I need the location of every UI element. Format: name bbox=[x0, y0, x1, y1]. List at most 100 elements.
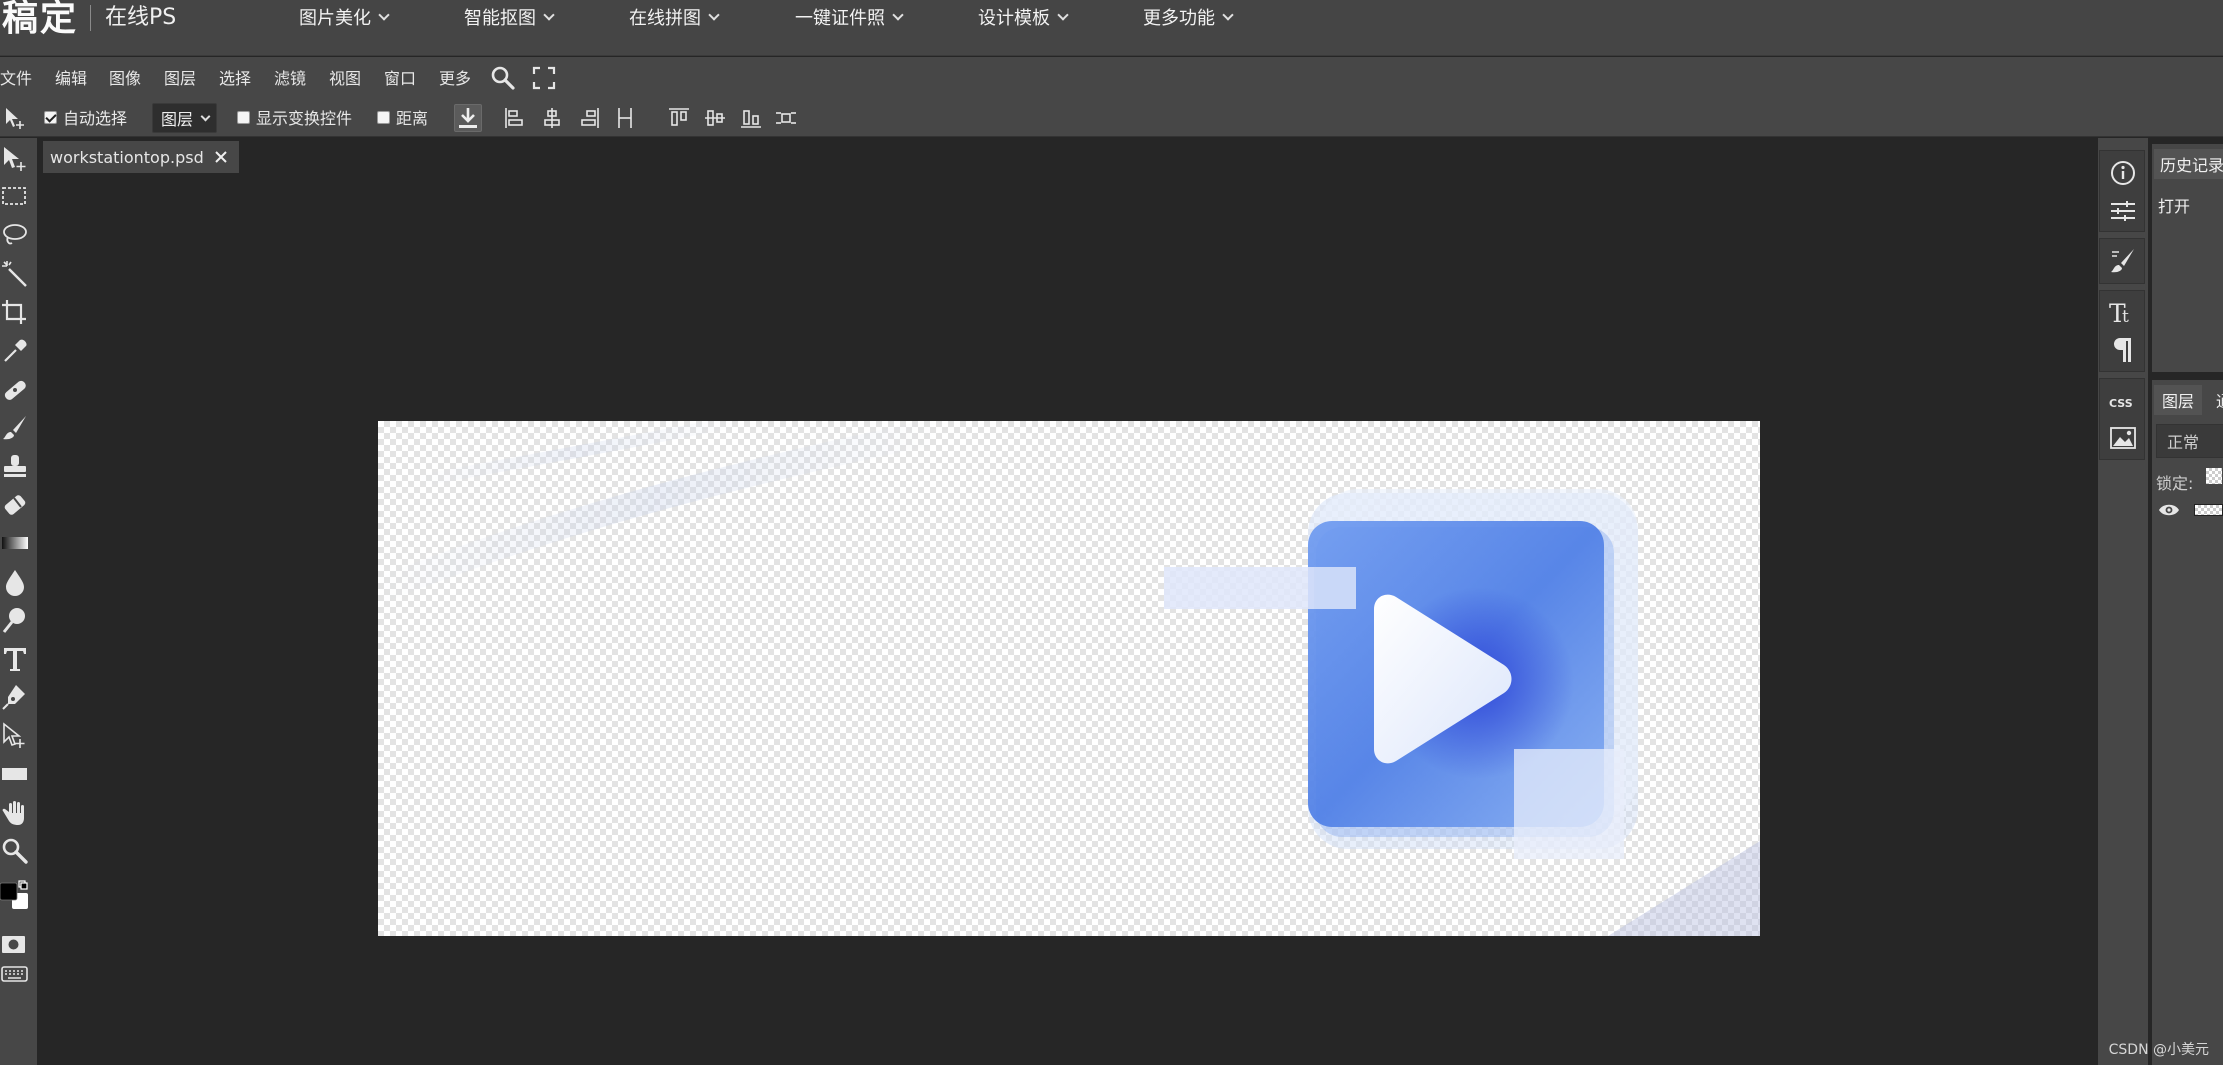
dock-group-brush bbox=[2099, 238, 2145, 284]
dropdown-value: 图层 bbox=[161, 110, 194, 129]
menu-file[interactable]: 文件 bbox=[0, 57, 32, 97]
search-icon[interactable] bbox=[490, 65, 516, 91]
align-bottom-icon[interactable] bbox=[738, 105, 764, 131]
dock-group-type: Tt bbox=[2099, 290, 2145, 372]
close-icon[interactable] bbox=[211, 147, 231, 167]
magic-wand-tool-icon[interactable] bbox=[0, 259, 30, 289]
character-icon[interactable]: Tt bbox=[2108, 297, 2138, 328]
show-transform-checkbox[interactable]: 显示变换控件 bbox=[237, 97, 352, 137]
css-icon[interactable]: CSS bbox=[2108, 387, 2138, 417]
brand-divider bbox=[90, 5, 92, 31]
layer-row[interactable] bbox=[2152, 490, 2223, 530]
nav-online-collage[interactable]: 在线拼图 bbox=[629, 0, 720, 34]
distance-checkbox[interactable]: 距离 bbox=[377, 97, 428, 137]
hand-tool-icon[interactable] bbox=[0, 798, 30, 828]
auto-select-label: 自动选择 bbox=[63, 109, 128, 128]
keyboard-icon[interactable] bbox=[0, 959, 30, 989]
dock-group-css: CSS bbox=[2099, 378, 2145, 460]
download-icon[interactable] bbox=[454, 104, 482, 132]
chevron-down-icon bbox=[543, 8, 555, 21]
menu-image[interactable]: 图像 bbox=[109, 57, 141, 97]
menu-layer[interactable]: 图层 bbox=[164, 57, 196, 97]
brush-settings-icon[interactable] bbox=[2108, 246, 2138, 276]
auto-select-target-dropdown[interactable]: 图层 bbox=[152, 103, 217, 133]
tab-channels[interactable]: 通 bbox=[2210, 385, 2223, 415]
distribute-vertical-icon[interactable] bbox=[773, 105, 799, 131]
svg-text:t: t bbox=[2122, 307, 2129, 327]
layers-panel: 图层 通 正常 锁定: bbox=[2152, 380, 2223, 1065]
distribute-horizontal-icon[interactable] bbox=[612, 105, 638, 131]
align-horizontal-center-icon[interactable] bbox=[539, 105, 565, 131]
chevron-down-icon bbox=[200, 111, 211, 121]
align-vertical-center-icon[interactable] bbox=[702, 105, 728, 131]
gradient-tool-icon[interactable] bbox=[0, 528, 30, 558]
menu-view[interactable]: 视图 bbox=[329, 57, 361, 97]
history-panel: 历史记录 打开 bbox=[2152, 144, 2223, 372]
eraser-tool-icon[interactable] bbox=[0, 490, 30, 520]
image-icon[interactable] bbox=[2108, 423, 2138, 453]
brand[interactable]: 稿定 在线PS bbox=[0, 0, 176, 36]
dock-group-info bbox=[2099, 150, 2145, 232]
chevron-down-icon bbox=[1222, 8, 1234, 21]
nav-id-photo[interactable]: 一键证件照 bbox=[795, 0, 904, 34]
eyedropper-tool-icon[interactable] bbox=[0, 336, 30, 366]
nav-smart-cutout[interactable]: 智能抠图 bbox=[464, 0, 555, 34]
crop-tool-icon[interactable] bbox=[0, 298, 30, 328]
options-bar: 自动选择 图层 显示变换控件 距离 bbox=[0, 97, 2223, 137]
menu-filter[interactable]: 滤镜 bbox=[274, 57, 306, 97]
nav-more-features[interactable]: 更多功能 bbox=[1143, 0, 1234, 34]
rectangle-shape-tool-icon[interactable] bbox=[0, 759, 30, 789]
lock-transparency-icon[interactable] bbox=[2206, 468, 2222, 484]
healing-brush-tool-icon[interactable] bbox=[0, 375, 30, 405]
lasso-tool-icon[interactable] bbox=[0, 221, 30, 251]
nav-design-templates[interactable]: 设计模板 bbox=[978, 0, 1069, 34]
menu-more[interactable]: 更多 bbox=[439, 57, 471, 97]
fullscreen-icon[interactable] bbox=[531, 65, 557, 91]
paragraph-icon[interactable] bbox=[2108, 335, 2138, 365]
text-tool-icon[interactable] bbox=[0, 644, 30, 674]
show-transform-label: 显示变换控件 bbox=[256, 109, 353, 128]
chevron-down-icon bbox=[892, 8, 904, 21]
nav-label: 设计模板 bbox=[978, 8, 1050, 29]
menu-edit[interactable]: 编辑 bbox=[55, 57, 87, 97]
marquee-tool-icon[interactable] bbox=[0, 182, 30, 212]
blend-mode-dropdown[interactable]: 正常 bbox=[2156, 424, 2223, 458]
path-selection-tool-icon[interactable] bbox=[0, 721, 30, 751]
chevron-down-icon bbox=[708, 8, 720, 21]
nav-label: 智能抠图 bbox=[464, 8, 536, 29]
checkbox-unchecked[interactable] bbox=[377, 110, 390, 124]
color-swatches[interactable] bbox=[0, 879, 30, 915]
document-canvas[interactable] bbox=[378, 421, 1760, 936]
checkbox-unchecked[interactable] bbox=[237, 110, 250, 124]
chevron-down-icon bbox=[1057, 8, 1069, 21]
brand-logo[interactable]: 稿定 bbox=[2, 0, 78, 36]
tab-history[interactable]: 历史记录 bbox=[2154, 149, 2223, 179]
menu-window[interactable]: 窗口 bbox=[384, 57, 416, 97]
eye-icon[interactable] bbox=[2158, 502, 2180, 518]
menu-select[interactable]: 选择 bbox=[219, 57, 251, 97]
nav-label: 在线拼图 bbox=[629, 8, 701, 29]
info-icon[interactable] bbox=[2108, 158, 2138, 188]
pen-tool-icon[interactable] bbox=[0, 682, 30, 712]
top-nav-bar: 稿定 在线PS 图片美化 智能抠图 在线拼图 一键证件照 设计模板 更多功能 bbox=[0, 0, 2223, 56]
menu-bar: 文件 编辑 图像 图层 选择 滤镜 视图 窗口 更多 bbox=[0, 57, 2223, 97]
history-row[interactable]: 打开 bbox=[2158, 193, 2190, 217]
nav-image-beautify[interactable]: 图片美化 bbox=[299, 0, 390, 34]
canvas-artwork bbox=[378, 421, 1760, 936]
document-tab[interactable]: workstationtop.psd bbox=[43, 141, 239, 173]
align-top-icon[interactable] bbox=[666, 105, 692, 131]
move-tool-icon[interactable] bbox=[0, 144, 30, 174]
quick-mask-icon[interactable] bbox=[0, 930, 30, 960]
align-right-icon[interactable] bbox=[576, 105, 602, 131]
tools-panel bbox=[0, 138, 37, 1065]
clone-stamp-tool-icon[interactable] bbox=[0, 452, 30, 482]
adjustments-icon[interactable] bbox=[2108, 196, 2138, 226]
tab-layers[interactable]: 图层 bbox=[2154, 385, 2203, 415]
zoom-tool-icon[interactable] bbox=[0, 836, 30, 866]
auto-select-checkbox[interactable]: 自动选择 bbox=[44, 97, 127, 137]
checkbox-checked[interactable] bbox=[44, 110, 57, 124]
brush-tool-icon[interactable] bbox=[0, 413, 30, 443]
dodge-tool-icon[interactable] bbox=[0, 605, 30, 635]
align-left-icon[interactable] bbox=[502, 105, 528, 131]
blur-tool-icon[interactable] bbox=[0, 567, 30, 597]
